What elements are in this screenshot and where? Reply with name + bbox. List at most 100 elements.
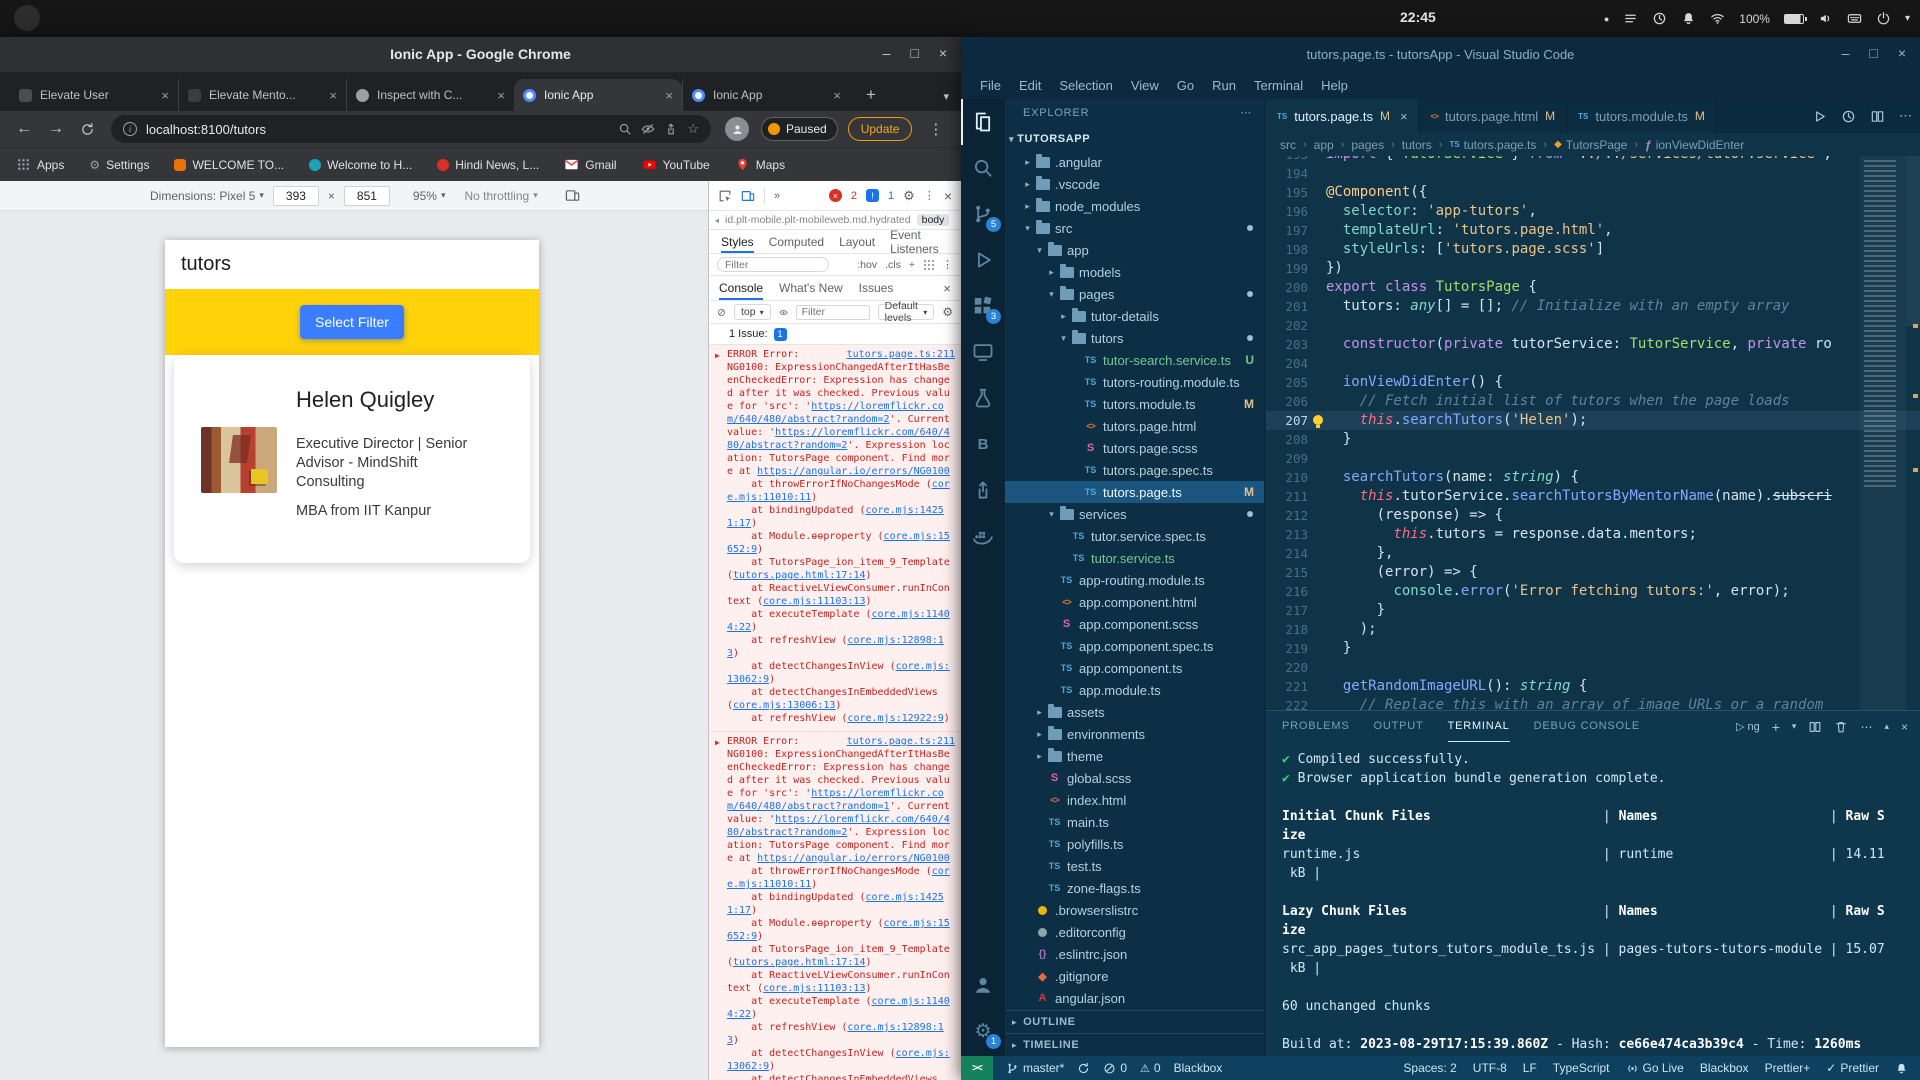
- panel-tab-problems[interactable]: PROBLEMS: [1282, 711, 1350, 742]
- code-line-208[interactable]: 208 }: [1266, 430, 1920, 449]
- devtools-settings-icon[interactable]: ⚙: [903, 188, 915, 204]
- bookmark-item[interactable]: ⚙ Settings: [89, 158, 149, 172]
- tree-item-tutor-search-service-ts[interactable]: TS tutor-search.service.ts U: [1005, 349, 1264, 371]
- tree-item--browserslistrc[interactable]: .browserslistrc: [1005, 899, 1264, 921]
- clear-console-icon[interactable]: [717, 305, 726, 320]
- forward-button[interactable]: →: [48, 120, 64, 138]
- folder-chevron-icon[interactable]: ▸: [1033, 729, 1046, 740]
- tree-item-assets[interactable]: ▸ assets: [1005, 701, 1264, 723]
- stack-link[interactable]: tutors.page.html:17:14: [733, 570, 865, 581]
- code-line-209[interactable]: 209: [1266, 449, 1920, 468]
- drawer-tab-issues[interactable]: Issues: [859, 276, 894, 300]
- tab-close-icon[interactable]: ×: [329, 88, 337, 103]
- styles-tab-layout[interactable]: Layout: [839, 230, 875, 253]
- menu-view[interactable]: View: [1122, 76, 1168, 95]
- code-line-219[interactable]: 219 }: [1266, 639, 1920, 658]
- run-file-icon[interactable]: [1812, 109, 1827, 124]
- issue-chip[interactable]: 1: [773, 327, 787, 341]
- tree-item-tutors-page-html[interactable]: <> tutors.page.html: [1005, 415, 1264, 437]
- tree-item-tutors-page-scss[interactable]: Stutors.page.scss: [1005, 437, 1264, 459]
- tree-item-tutors-page-ts[interactable]: TS tutors.page.ts M: [1005, 481, 1264, 503]
- testing-icon[interactable]: [961, 375, 1005, 421]
- tree-item-tutors[interactable]: ▾ tutors: [1005, 327, 1264, 349]
- browser-tab[interactable]: Inspect with C... ×: [346, 79, 514, 111]
- tree-item-main-ts[interactable]: TS main.ts: [1005, 811, 1264, 833]
- tasks-icon[interactable]: [1623, 11, 1638, 26]
- bookmark-item[interactable]: YouTube: [642, 157, 710, 172]
- site-info-icon[interactable]: i: [123, 122, 137, 136]
- panel-tab-terminal[interactable]: TERMINAL: [1447, 711, 1510, 742]
- breadcrumb-path[interactable]: id.plt-mobile.plt-mobileweb.md.hydrated: [725, 214, 911, 226]
- code-line-217[interactable]: 217 }: [1266, 601, 1920, 620]
- styles-menu-icon[interactable]: ⋮: [942, 258, 953, 271]
- grid-toggle-icon[interactable]: [923, 259, 934, 270]
- code-line-205[interactable]: 205 ionViewDidEnter() {: [1266, 373, 1920, 392]
- remote-indicator[interactable]: ><: [961, 1056, 993, 1080]
- tree-item-app-module-ts[interactable]: TS app.module.ts: [1005, 679, 1264, 701]
- search-icon[interactable]: [961, 145, 1005, 191]
- maximize-panel-icon[interactable]: ▴: [1884, 721, 1889, 732]
- status-item-0[interactable]: 0: [1103, 1061, 1127, 1075]
- code-line-206[interactable]: 206 // Fetch initial list of tutors when…: [1266, 392, 1920, 411]
- stack-link[interactable]: https://angular.io/errors/NG0100: [757, 466, 950, 477]
- breadcrumb-pages[interactable]: pages: [1351, 138, 1384, 152]
- kill-terminal-icon[interactable]: [1834, 720, 1848, 734]
- chevron-down-icon[interactable]: ▾: [1905, 13, 1910, 24]
- status-item-bell[interactable]: [1895, 1062, 1908, 1075]
- breadcrumb-ionviewdidenter[interactable]: ƒ ionViewDidEnter: [1645, 138, 1744, 152]
- status-item-go-live[interactable]: Go Live: [1626, 1061, 1684, 1075]
- code-line-199[interactable]: 199}): [1266, 259, 1920, 278]
- code-line-198[interactable]: 198 styleUrls: ['tutors.page.scss']: [1266, 240, 1920, 259]
- close-panel-icon[interactable]: ×: [1901, 720, 1908, 734]
- panel-more-icon[interactable]: ⋯: [1860, 720, 1872, 734]
- tree-item-zone-flags-ts[interactable]: TS zone-flags.ts: [1005, 877, 1264, 899]
- code-line-203[interactable]: 203 constructor(private tutorService: Tu…: [1266, 335, 1920, 354]
- live-share-icon[interactable]: [961, 467, 1005, 513]
- tree-item--angular[interactable]: ▸ .angular: [1005, 151, 1264, 173]
- code-line-196[interactable]: 196 selector: 'app-tutors',: [1266, 202, 1920, 221]
- console-error-message[interactable]: ▶ ERROR Error: tutors.page.ts:211 NG0100: E…: [709, 345, 961, 732]
- code-line-194[interactable]: 194: [1266, 164, 1920, 183]
- eye-off-icon[interactable]: [641, 122, 655, 136]
- paused-badge[interactable]: Paused: [761, 117, 838, 141]
- stack-link[interactable]: core.mjs:11103:13: [763, 596, 865, 607]
- breadcrumb-tutors[interactable]: tutors: [1402, 138, 1432, 152]
- reload-button[interactable]: [80, 122, 95, 137]
- terminal-output[interactable]: ✔ Compiled successfully. ✔ Browser applic…: [1266, 742, 1920, 1080]
- status-item-prettier-[interactable]: Prettier+: [1765, 1061, 1811, 1075]
- minimap[interactable]: [1860, 156, 1906, 710]
- tree-item-app-component-ts[interactable]: TS app.component.ts: [1005, 657, 1264, 679]
- zoom-icon[interactable]: [618, 122, 632, 136]
- breadcrumb-current[interactable]: body: [916, 214, 950, 226]
- source-link[interactable]: tutors.page.ts:211: [847, 735, 955, 748]
- menu-selection[interactable]: Selection: [1050, 76, 1121, 95]
- rotate-device-icon[interactable]: [565, 188, 580, 203]
- status-item-typescript[interactable]: TypeScript: [1553, 1061, 1610, 1075]
- expand-caret-icon[interactable]: ▶: [715, 349, 720, 362]
- code-line-201[interactable]: 201 tutors: any[] = []; // Initialize wi…: [1266, 297, 1920, 316]
- timeline-history-icon[interactable]: [1841, 109, 1856, 124]
- tab-close-icon[interactable]: ×: [665, 88, 673, 103]
- menu-file[interactable]: File: [971, 76, 1010, 95]
- tree-item-app-component-spec-ts[interactable]: TS app.component.spec.ts: [1005, 635, 1264, 657]
- tab-close-icon[interactable]: ×: [161, 88, 169, 103]
- tree-item-pages[interactable]: ▾ pages: [1005, 283, 1264, 305]
- tree-item--eslintrc-json[interactable]: {} .eslintrc.json: [1005, 943, 1264, 965]
- status-item-sync[interactable]: [1077, 1062, 1090, 1075]
- code-line-215[interactable]: 215 (error) => {: [1266, 563, 1920, 582]
- outline-section[interactable]: ▸ OUTLINE: [1005, 1010, 1264, 1033]
- browser-tab[interactable]: Ionic App ×: [682, 79, 850, 111]
- device-mode-icon[interactable]: [741, 189, 755, 203]
- select-filter-button[interactable]: Select Filter: [300, 305, 404, 339]
- panel-tab-debug-console[interactable]: DEBUG CONSOLE: [1534, 711, 1640, 742]
- remote-explorer-icon[interactable]: [961, 329, 1005, 375]
- chrome-menu-icon[interactable]: ⋮: [928, 120, 943, 138]
- editor-tab-tutors-module-ts[interactable]: TS tutors.module.ts M: [1567, 99, 1717, 133]
- address-bar[interactable]: i localhost:8100/tutors ☆: [111, 115, 711, 143]
- tab-close-icon[interactable]: ×: [1400, 109, 1408, 124]
- stack-link[interactable]: tutors.page.html:17:14: [733, 957, 865, 968]
- tree-item-global-scss[interactable]: Sglobal.scss: [1005, 767, 1264, 789]
- source-control-icon[interactable]: 5: [961, 191, 1005, 237]
- editor-tab-tutors-page-html[interactable]: <> tutors.page.html M: [1419, 99, 1568, 133]
- keyboard-icon[interactable]: [1847, 11, 1862, 26]
